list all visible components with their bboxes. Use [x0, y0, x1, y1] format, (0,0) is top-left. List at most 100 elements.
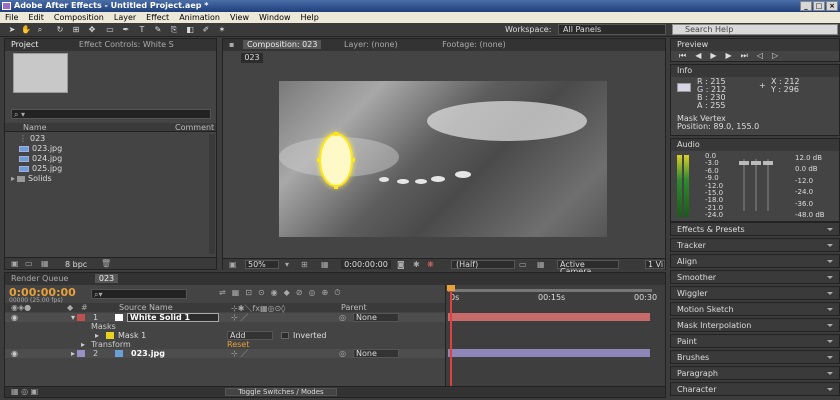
tab-composition[interactable]: Composition: 023 [242, 40, 322, 49]
layer-1-duration-bar[interactable] [448, 313, 650, 321]
panel-align[interactable]: Align [670, 254, 840, 268]
chevron-down-icon[interactable] [827, 388, 833, 391]
expand-arrow-icon[interactable]: ▸ [11, 174, 15, 183]
chevron-down-icon[interactable] [827, 260, 833, 263]
tab-render-queue[interactable]: Render Queue [11, 274, 68, 283]
zoom-tool-icon[interactable]: ⌕ [34, 25, 46, 35]
chevron-down-icon[interactable] [827, 292, 833, 295]
mask-vertex[interactable] [334, 132, 338, 136]
camera-dropdown[interactable]: Active Camera [557, 260, 619, 276]
expand-arrow-icon[interactable]: ▾ [71, 313, 75, 322]
panel-motion-sketch[interactable]: Motion Sketch [670, 302, 840, 316]
mask-vertex[interactable] [351, 158, 355, 162]
layer-2-duration-bar[interactable] [448, 349, 650, 357]
eye-icon[interactable]: ◉ [11, 349, 18, 358]
layer-row-1[interactable]: ◉ ▾ 1 White Solid 1 ⊹ ／ ◎ None [5, 313, 445, 322]
list-item[interactable]: ⋮ 023 [19, 134, 45, 143]
bit-depth-label[interactable]: 8 bpc [65, 260, 87, 269]
channel-icon[interactable]: ❋ [427, 260, 434, 269]
rectangle-tool-icon[interactable]: ▭ [104, 25, 116, 35]
column-parent[interactable]: Parent [341, 303, 367, 312]
tab-footage[interactable]: Footage: (none) [442, 40, 506, 49]
preview-controls[interactable]: ⏮◀▶▶⏭◁▷ [679, 51, 787, 61]
transparency-grid-icon[interactable]: ▦ [537, 260, 545, 269]
tab-effect-controls[interactable]: Effect Controls: White S [79, 40, 174, 49]
footer-icons[interactable]: ▦ ◎ ▣ [11, 387, 38, 396]
work-area-bar[interactable] [448, 289, 652, 292]
eye-icon[interactable]: ◉ [11, 313, 18, 322]
layer-row-2[interactable]: ◉ ▸ 2 023.jpg ⊹ ／ ◎ None [5, 349, 445, 358]
inverted-checkbox[interactable] [281, 332, 289, 339]
mask-color[interactable] [106, 332, 114, 339]
list-item[interactable]: 023.jpg [19, 144, 62, 153]
current-time-indicator[interactable] [450, 285, 452, 397]
parent-dropdown[interactable]: None [353, 349, 399, 358]
eraser-tool-icon[interactable]: ◧ [184, 25, 196, 35]
layer-switches[interactable]: ⊹ ／ [231, 313, 248, 322]
panel-paragraph[interactable]: Paragraph [670, 366, 840, 380]
panel-tracker[interactable]: Tracker [670, 238, 840, 252]
maximize-icon[interactable]: □ [813, 1, 825, 11]
column-name[interactable]: Name [23, 123, 47, 132]
panel-wiggler[interactable]: Wiggler [670, 286, 840, 300]
menu-effect[interactable]: Effect [141, 12, 174, 23]
help-search-input[interactable]: Search Help [672, 24, 838, 35]
volume-slider[interactable] [767, 159, 769, 211]
column-comment[interactable]: Comment [175, 123, 214, 132]
menu-view[interactable]: View [225, 12, 254, 23]
close-icon[interactable]: × [826, 1, 838, 11]
mask-mode-dropdown[interactable]: Add [227, 331, 273, 340]
parent-dropdown[interactable]: None [353, 313, 399, 322]
label-color[interactable] [77, 314, 85, 321]
brush-tool-icon[interactable]: ✎ [152, 25, 164, 35]
text-tool-icon[interactable]: T [136, 25, 148, 35]
menu-edit[interactable]: Edit [23, 12, 49, 23]
chevron-down-icon[interactable] [827, 340, 833, 343]
label-color[interactable] [77, 350, 85, 357]
project-search-input[interactable]: ⌕ ▾ [11, 109, 211, 119]
mask-visibility-icon[interactable]: ▦ [321, 260, 329, 269]
snapshot-icon[interactable]: ◙ [397, 260, 405, 269]
layer-name[interactable]: 023.jpg [131, 349, 165, 358]
volume-slider[interactable] [743, 159, 745, 211]
time-graph[interactable]: 0s 00:15s 00:30 [445, 285, 665, 397]
expand-arrow-icon[interactable]: ▸ [71, 349, 75, 358]
panel-brushes[interactable]: Brushes [670, 350, 840, 364]
menu-animation[interactable]: Animation [174, 12, 225, 23]
zoom-dropdown[interactable]: 50% [245, 260, 279, 269]
expand-arrow-icon[interactable]: ▸ [95, 331, 99, 340]
mask-name[interactable]: Mask 1 [118, 331, 146, 340]
list-item[interactable]: 025.jpg [19, 164, 62, 173]
chevron-down-icon[interactable] [827, 244, 833, 247]
menu-file[interactable]: File [0, 12, 23, 23]
volume-slider-thumb[interactable] [763, 161, 773, 165]
volume-slider[interactable] [755, 159, 757, 211]
tab-layer[interactable]: Layer: (none) [344, 40, 398, 49]
project-scrollbar[interactable] [209, 134, 215, 254]
resolution-dropdown[interactable]: (Half) [451, 260, 515, 269]
panel-effects-presets[interactable]: Effects & Presets [670, 222, 840, 236]
chevron-down-icon[interactable] [827, 324, 833, 327]
trash-icon[interactable]: 🗑 [101, 259, 111, 268]
new-composition-icon[interactable]: ▦ [41, 259, 49, 268]
pickwhip-icon[interactable]: ◎ [339, 313, 346, 322]
panel-mask-interpolation[interactable]: Mask Interpolation [670, 318, 840, 332]
list-item[interactable]: 024.jpg [19, 154, 62, 163]
workspace-dropdown[interactable]: All Panels [558, 24, 666, 35]
pan-behind-tool-icon[interactable]: ✥ [86, 25, 98, 35]
panel-smoother[interactable]: Smoother [670, 270, 840, 284]
layer-switches[interactable]: ⊹ ／ [231, 349, 248, 358]
lock-icon[interactable]: ▪ [229, 40, 234, 49]
interpret-footage-icon[interactable]: ▣ [11, 259, 19, 268]
layer-name[interactable]: White Solid 1 [127, 313, 219, 322]
mask-vertex[interactable] [334, 185, 338, 189]
volume-slider-thumb[interactable] [739, 161, 749, 165]
pickwhip-icon[interactable]: ◎ [339, 349, 346, 358]
camera-tool-icon[interactable]: ⊞ [70, 25, 82, 35]
chevron-down-icon[interactable]: ▾ [285, 260, 289, 269]
show-snapshot-icon[interactable]: ✱ [413, 260, 420, 269]
timeline-switch-icons[interactable]: ⇌▦⊡⊙◉◆⊘◎⊕⏱ [219, 288, 346, 298]
timeline-search-input[interactable]: ⌕▾ [91, 289, 187, 299]
mask-row[interactable]: ▸ Mask 1 Add Inverted [5, 331, 445, 340]
reset-link[interactable]: Reset [227, 340, 249, 349]
